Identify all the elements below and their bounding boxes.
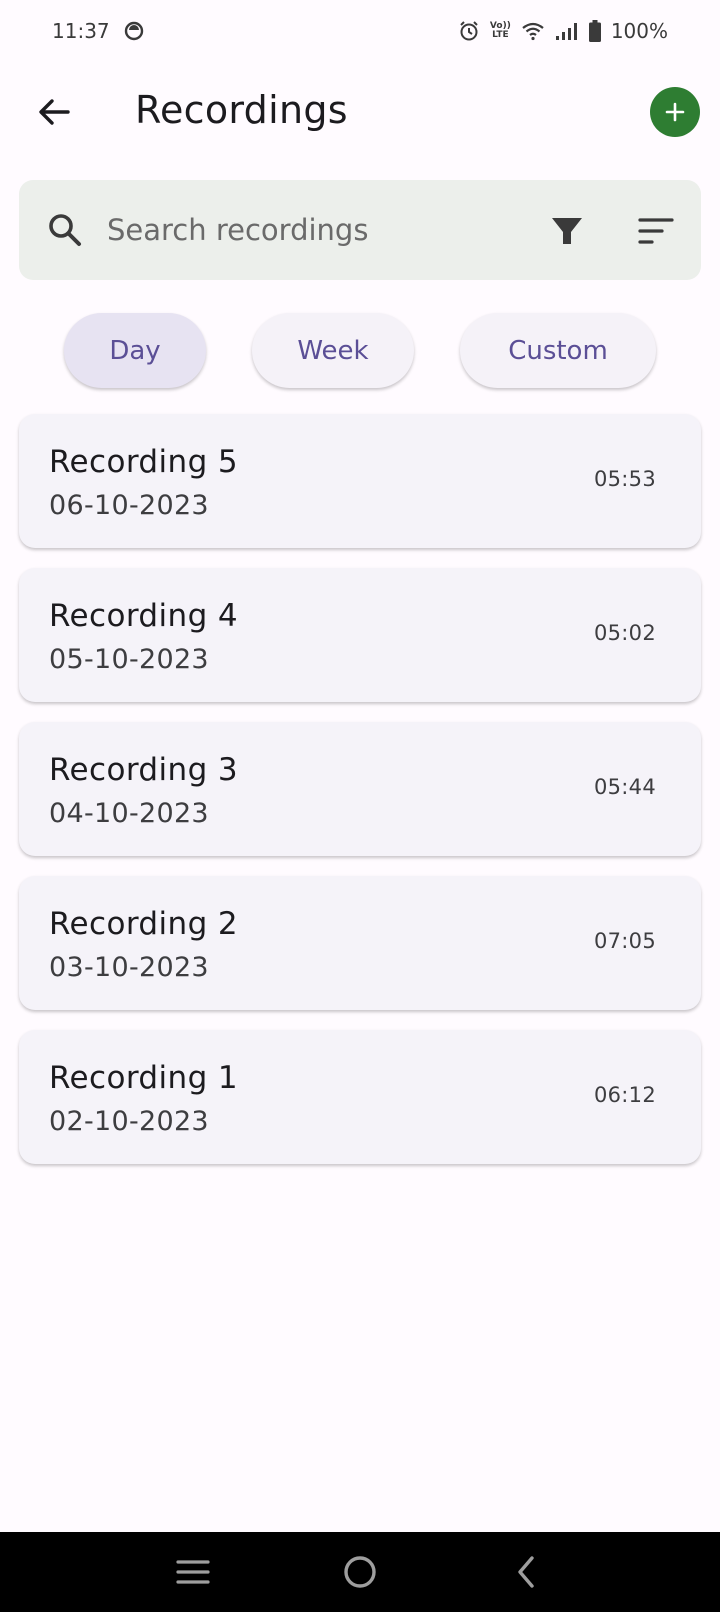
- alarm-icon: [458, 20, 480, 42]
- signal-icon: [555, 21, 579, 41]
- add-recording-button[interactable]: [650, 87, 700, 137]
- status-right: Vo)) LTE 100%: [458, 19, 668, 43]
- filter-icon[interactable]: [546, 210, 588, 252]
- volte-icon: Vo)) LTE: [490, 22, 511, 40]
- back-button[interactable]: [28, 86, 80, 138]
- status-bar: 11:37 Vo)) LTE 100%: [0, 0, 720, 62]
- recording-name: Recording 1: [49, 1060, 239, 1096]
- menu-icon: [176, 1560, 210, 1584]
- recording-list: Recording 5 06-10-2023 05:53 Recording 4…: [19, 414, 701, 1184]
- wifi-icon: [521, 21, 545, 41]
- recording-date: 05-10-2023: [49, 644, 209, 675]
- recording-item[interactable]: Recording 4 05-10-2023 05:02: [19, 568, 701, 702]
- notification-app-icon: [124, 21, 144, 41]
- recording-name: Recording 3: [49, 752, 239, 788]
- chevron-left-icon: [517, 1556, 534, 1588]
- circle-icon: [344, 1556, 376, 1588]
- arrow-left-icon: [39, 99, 70, 125]
- plus-icon: [665, 102, 685, 122]
- recording-date: 02-10-2023: [49, 1106, 209, 1137]
- recording-item[interactable]: Recording 5 06-10-2023 05:53: [19, 414, 701, 548]
- chip-custom[interactable]: Custom: [460, 313, 656, 388]
- chip-week[interactable]: Week: [252, 313, 414, 388]
- status-time: 11:37: [52, 19, 110, 43]
- battery-percent: 100%: [610, 19, 668, 43]
- recording-date: 06-10-2023: [49, 490, 209, 521]
- sort-icon[interactable]: [635, 210, 677, 252]
- search-icon: [49, 214, 81, 246]
- chip-day[interactable]: Day: [64, 313, 206, 388]
- system-nav-bar: [0, 1532, 720, 1612]
- nav-recents-button[interactable]: [163, 1542, 223, 1602]
- search-input[interactable]: [107, 206, 527, 254]
- recording-item[interactable]: Recording 1 02-10-2023 06:12: [19, 1030, 701, 1164]
- status-left: 11:37: [52, 19, 144, 43]
- recording-duration: 05:02: [593, 621, 656, 645]
- nav-home-button[interactable]: [330, 1542, 390, 1602]
- page-title: Recordings: [135, 88, 348, 132]
- recording-duration: 05:44: [593, 775, 656, 799]
- recording-name: Recording 2: [49, 906, 239, 942]
- recording-name: Recording 4: [49, 598, 239, 634]
- recording-duration: 06:12: [593, 1083, 656, 1107]
- nav-back-button[interactable]: [497, 1542, 557, 1602]
- recording-item[interactable]: Recording 2 03-10-2023 07:05: [19, 876, 701, 1010]
- app-bar: Recordings: [0, 62, 720, 166]
- recording-date: 04-10-2023: [49, 798, 209, 829]
- recording-date: 03-10-2023: [49, 952, 209, 983]
- recording-name: Recording 5: [49, 444, 239, 480]
- recording-duration: 05:53: [593, 467, 656, 491]
- battery-icon: [588, 20, 601, 42]
- recording-duration: 07:05: [593, 929, 656, 953]
- lte-label: LTE: [492, 30, 509, 40]
- search-bar: [19, 180, 701, 280]
- recording-item[interactable]: Recording 3 04-10-2023 05:44: [19, 722, 701, 856]
